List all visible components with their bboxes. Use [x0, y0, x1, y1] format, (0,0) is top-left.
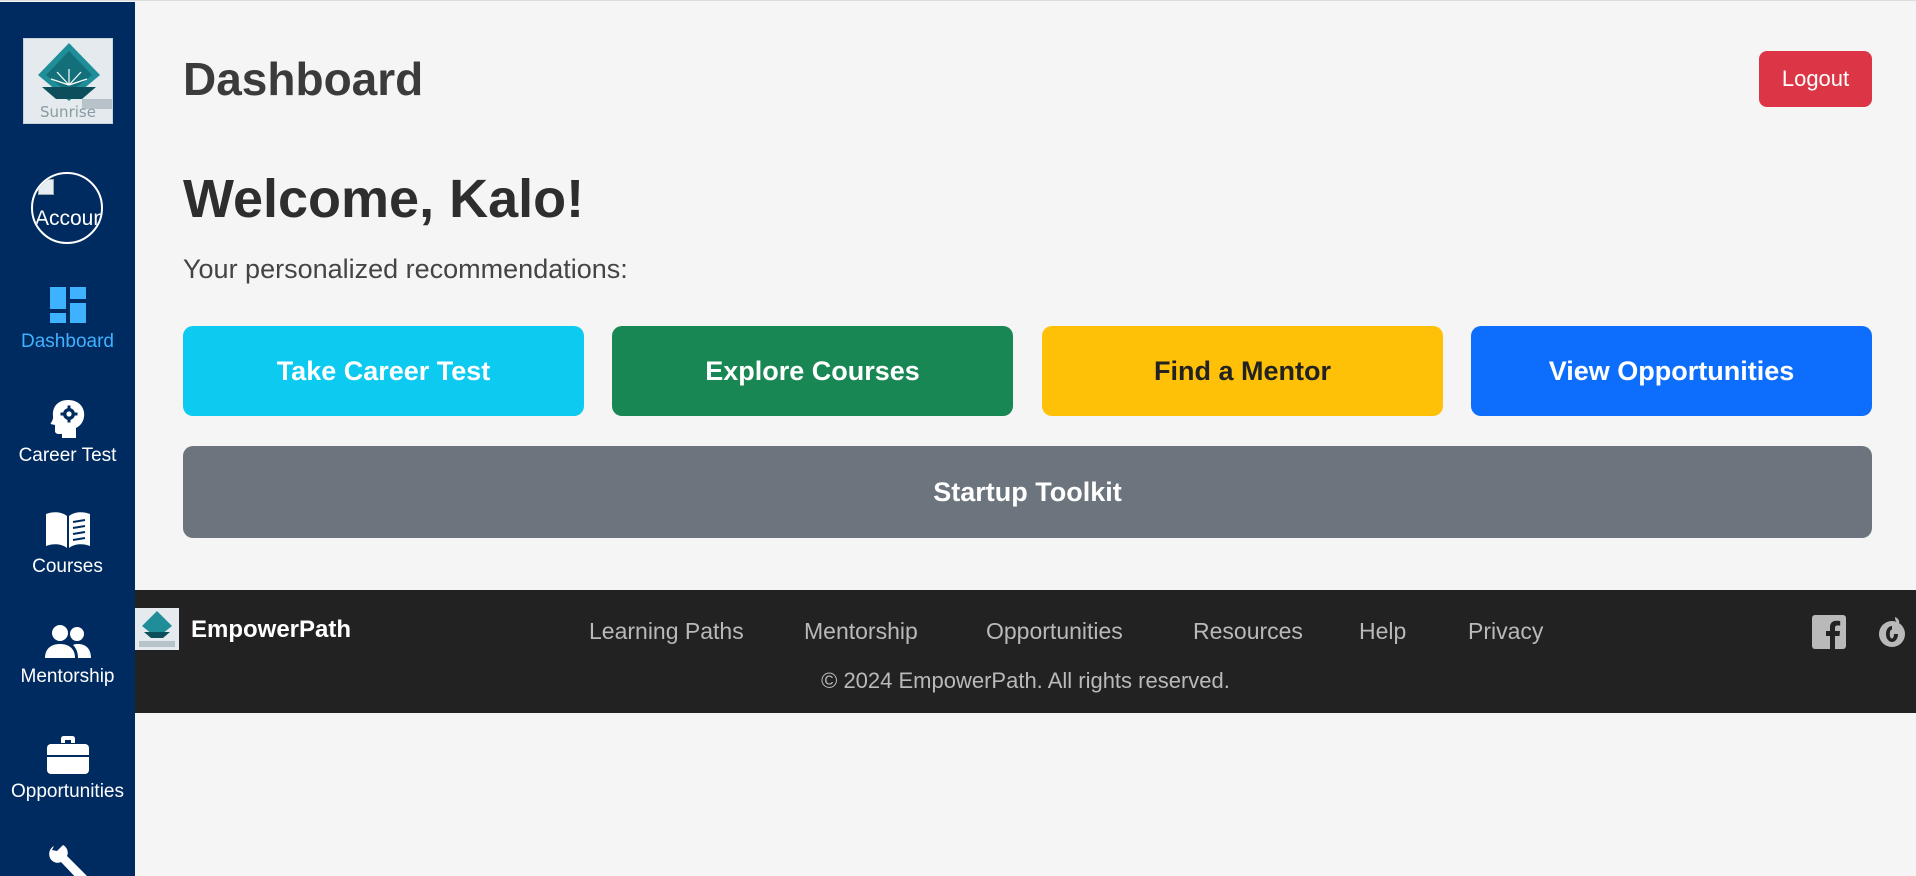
top-border — [0, 0, 1916, 1]
avatar-alt-text: Account — [35, 207, 101, 230]
page-title: Dashboard — [183, 53, 424, 105]
wrench-icon — [48, 845, 87, 876]
welcome-heading: Welcome, Kalo! — [183, 169, 585, 229]
footer: EmpowerPath Learning Paths Mentorship Op… — [135, 590, 1916, 713]
find-mentor-button[interactable]: Find a Mentor — [1042, 326, 1443, 416]
startup-toolkit-button[interactable]: Startup Toolkit — [183, 446, 1872, 538]
account-avatar[interactable]: Account — [31, 172, 103, 244]
take-career-test-button[interactable]: Take Career Test — [183, 326, 584, 416]
explore-courses-button[interactable]: Explore Courses — [612, 326, 1013, 416]
footer-links: Learning Paths Mentorship Opportunities … — [135, 618, 1916, 648]
sidebar-item-label: Career Test — [18, 445, 117, 466]
sidebar-logo[interactable]: Sunrise — [23, 38, 113, 124]
sidebar-item-dashboard[interactable]: Dashboard — [0, 285, 135, 353]
footer-link-mentorship[interactable]: Mentorship — [804, 618, 918, 645]
sidebar-item-mentorship[interactable]: Mentorship — [0, 624, 135, 688]
sidebar: Sunrise Account Dashboard Career Test — [0, 2, 135, 876]
people-icon — [44, 625, 91, 658]
sidebar-item-career-test[interactable]: Career Test — [0, 397, 135, 467]
facebook-icon[interactable] — [1812, 615, 1846, 649]
copyright-text: © 2024 EmpowerPath. All rights reserved. — [821, 668, 1230, 693]
view-opportunities-button[interactable]: View Opportunities — [1471, 326, 1872, 416]
open-book-icon — [45, 512, 90, 548]
instagram-icon[interactable] — [1876, 615, 1908, 649]
sidebar-item-opportunities[interactable]: Opportunities — [0, 735, 135, 803]
logout-button[interactable]: Logout — [1759, 51, 1872, 107]
footer-link-privacy[interactable]: Privacy — [1468, 618, 1543, 645]
footer-link-resources[interactable]: Resources — [1193, 618, 1303, 645]
sidebar-item-tools[interactable] — [0, 844, 135, 876]
sidebar-item-label: Mentorship — [20, 666, 115, 687]
footer-link-help[interactable]: Help — [1359, 618, 1406, 645]
sidebar-item-label: Opportunities — [10, 781, 124, 802]
sidebar-item-label: Courses — [32, 556, 103, 577]
dashboard-icon — [49, 287, 86, 323]
logo-text: Sunrise — [40, 103, 96, 121]
sidebar-item-label: Dashboard — [21, 331, 114, 352]
broken-image-icon — [38, 179, 54, 195]
recommendations-subtitle: Your personalized recommendations: — [183, 254, 628, 284]
sidebar-item-courses[interactable]: Courses — [0, 510, 135, 578]
briefcase-icon — [46, 736, 89, 774]
footer-link-learning-paths[interactable]: Learning Paths — [589, 618, 744, 645]
head-gear-icon — [50, 400, 84, 438]
footer-link-opportunities[interactable]: Opportunities — [986, 618, 1123, 645]
